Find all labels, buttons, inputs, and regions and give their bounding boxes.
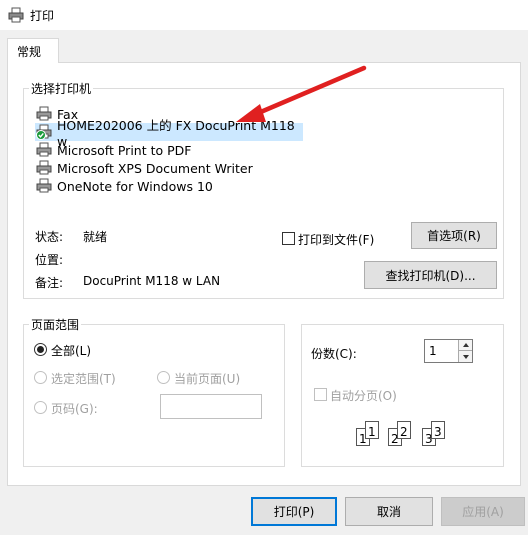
pages-input[interactable] — [160, 394, 262, 419]
all-pages-label[interactable]: 全部(L) — [51, 342, 91, 359]
printer-name: Microsoft Print to PDF — [57, 142, 192, 158]
all-pages-radio[interactable] — [34, 343, 47, 356]
comment-label: 备注: — [35, 276, 64, 290]
selection-label: 选定范围(T) — [51, 372, 116, 386]
location-label: 位置: — [35, 253, 64, 267]
page-range-label: 页面范围 — [29, 316, 82, 333]
apply-button[interactable]: 应用(A) — [441, 497, 525, 526]
chevron-down-icon — [463, 355, 469, 359]
tab-label: 常规 — [17, 45, 42, 59]
copies-down-button[interactable] — [458, 351, 472, 362]
current-page-radio[interactable] — [157, 371, 170, 384]
annotation-arrow-icon — [236, 65, 367, 122]
printer-group-label: 选择打印机 — [29, 80, 94, 97]
collate-label: 自动分页(O) — [330, 389, 397, 403]
selection-radio[interactable] — [34, 371, 47, 384]
chevron-up-icon — [463, 343, 469, 347]
tab-general[interactable]: 常规 — [7, 38, 59, 63]
default-printer-icon — [35, 124, 53, 140]
printer-name: Microsoft XPS Document Writer — [57, 160, 253, 176]
printer-name: OneNote for Windows 10 — [57, 178, 213, 194]
preferences-button[interactable]: 首选项(R) — [411, 222, 497, 249]
current-page-label: 当前页面(U) — [174, 372, 241, 386]
printer-icon — [35, 106, 53, 122]
pages-label: 页码(G): — [51, 402, 98, 416]
title-bar — [0, 0, 528, 30]
print-to-file-checkbox[interactable] — [282, 232, 295, 245]
printer-icon — [35, 142, 53, 158]
printer-item-xps-writer[interactable]: Microsoft XPS Document Writer — [35, 159, 335, 177]
copies-stepper[interactable]: 1 — [424, 339, 473, 363]
find-printer-button[interactable]: 查找打印机(D)... — [364, 261, 497, 289]
pages-radio[interactable] — [34, 401, 47, 414]
copies-label: 份数(C): — [311, 347, 357, 361]
comment-value: DocuPrint M118 w LAN — [83, 274, 221, 288]
printer-icon — [35, 178, 53, 194]
collate-checkbox[interactable] — [314, 388, 327, 401]
copies-up-button[interactable] — [458, 340, 472, 351]
printer-item-print-to-pdf[interactable]: Microsoft Print to PDF — [35, 141, 335, 159]
window-title: 打印 — [30, 9, 55, 23]
cancel-button[interactable]: 取消 — [345, 497, 433, 526]
copies-value: 1 — [429, 344, 437, 358]
collate-illustration-icon: 1 1 2 2 3 3 — [356, 419, 456, 455]
print-to-file-label[interactable]: 打印到文件(F) — [298, 231, 374, 248]
printer-item-onenote[interactable]: OneNote for Windows 10 — [35, 177, 335, 195]
status-value: 就绪 — [83, 230, 108, 244]
printer-icon — [8, 7, 24, 23]
status-label: 状态: — [35, 230, 64, 244]
print-button[interactable]: 打印(P) — [251, 497, 337, 526]
printer-icon — [35, 160, 53, 176]
